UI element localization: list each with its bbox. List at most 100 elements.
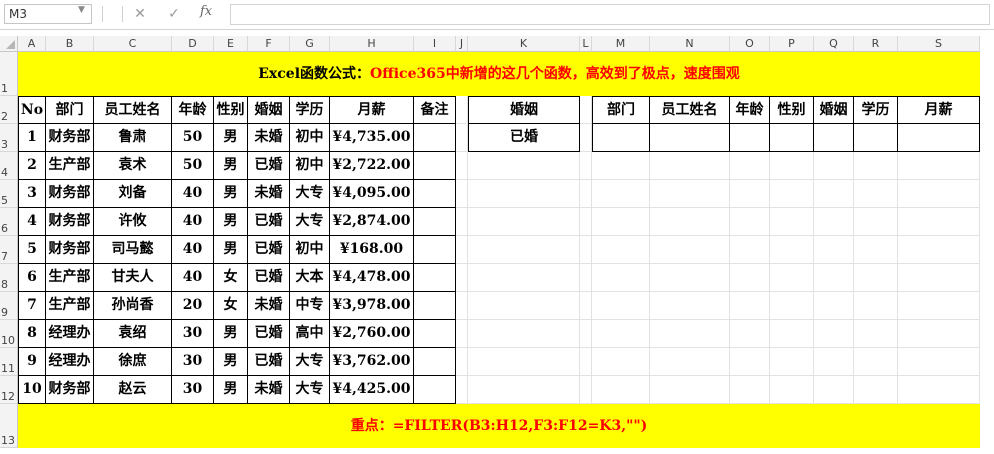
grid-cell[interactable] [592,264,650,292]
column-header-o[interactable]: O [730,36,770,52]
result-header-cell[interactable]: 婚姻 [814,96,854,124]
grid-cell[interactable] [814,208,854,236]
grid-cell[interactable] [854,292,898,320]
main-data-cell[interactable]: 5 [18,236,46,264]
main-data-cell[interactable]: 已婚 [248,236,290,264]
main-header-cell[interactable]: 备注 [414,96,456,124]
grid-cell[interactable] [730,348,770,376]
main-data-cell[interactable]: 6 [18,264,46,292]
column-header-s[interactable]: S [898,36,980,52]
main-data-cell[interactable]: 10 [18,376,46,404]
grid-cell[interactable] [468,152,580,180]
main-data-cell[interactable]: ¥3,762.00 [330,348,414,376]
row-header-7[interactable]: 7 [0,236,18,264]
main-data-cell[interactable]: 许攸 [94,208,172,236]
column-header-h[interactable]: H [330,36,414,52]
row-header-6[interactable]: 6 [0,208,18,236]
main-data-cell[interactable]: 袁术 [94,152,172,180]
main-header-cell[interactable]: 性别 [214,96,248,124]
main-data-cell[interactable]: 男 [214,124,248,152]
result-header-cell[interactable]: 性别 [770,96,814,124]
main-data-cell[interactable]: 高中 [290,320,330,348]
main-data-cell[interactable]: 男 [214,152,248,180]
grid-cell[interactable] [650,208,730,236]
main-data-cell[interactable]: 经理办 [46,348,94,376]
main-data-cell[interactable]: 40 [172,236,214,264]
main-data-cell[interactable]: 大专 [290,180,330,208]
main-data-cell[interactable]: 鲁肃 [94,124,172,152]
grid-cell[interactable] [456,236,468,264]
grid-cell[interactable] [898,208,980,236]
grid-cell[interactable] [592,320,650,348]
row-header-1[interactable]: 1 [0,52,18,96]
result-data-cell[interactable] [770,124,814,152]
main-data-cell[interactable]: 财务部 [46,124,94,152]
grid-cell[interactable] [456,292,468,320]
main-data-cell[interactable]: 已婚 [248,152,290,180]
grid-cell[interactable] [814,292,854,320]
grid-cell[interactable] [650,376,730,404]
grid-cell[interactable] [770,152,814,180]
main-data-cell[interactable]: 赵云 [94,376,172,404]
main-data-cell[interactable]: ¥2,760.00 [330,320,414,348]
main-data-cell[interactable]: 未婚 [248,124,290,152]
insert-function-icon[interactable]: fx [200,4,212,19]
grid-cell[interactable] [730,292,770,320]
main-data-cell[interactable]: 女 [214,292,248,320]
main-data-cell[interactable]: 40 [172,208,214,236]
grid-cell[interactable] [456,152,468,180]
grid-cell[interactable] [650,348,730,376]
main-data-cell[interactable]: 经理办 [46,320,94,348]
row-header-9[interactable]: 9 [0,292,18,320]
column-header-n[interactable]: N [650,36,730,52]
grid-cell[interactable] [592,292,650,320]
grid-cell[interactable] [854,152,898,180]
grid-cell[interactable] [468,292,580,320]
grid-cell[interactable] [580,264,592,292]
main-data-cell[interactable] [414,124,456,152]
grid-cell[interactable] [898,348,980,376]
row-header-3[interactable]: 3 [0,124,18,152]
grid-cell[interactable] [898,180,980,208]
main-data-cell[interactable] [414,180,456,208]
column-header-f[interactable]: F [248,36,290,52]
grid-cell[interactable] [456,96,468,124]
main-data-cell[interactable]: ¥4,095.00 [330,180,414,208]
main-data-cell[interactable]: 30 [172,320,214,348]
row-header-12[interactable]: 12 [0,376,18,404]
grid-cell[interactable] [592,152,650,180]
main-data-cell[interactable]: 财务部 [46,180,94,208]
main-data-cell[interactable]: ¥3,978.00 [330,292,414,320]
main-data-cell[interactable]: 刘备 [94,180,172,208]
main-header-cell[interactable]: 年龄 [172,96,214,124]
main-data-cell[interactable]: 30 [172,376,214,404]
criteria-value-cell[interactable]: 已婚 [468,124,580,152]
column-header-m[interactable]: M [592,36,650,52]
grid-cell[interactable] [650,320,730,348]
main-data-cell[interactable]: 已婚 [248,320,290,348]
grid-cell[interactable] [456,376,468,404]
grid-cell[interactable] [770,320,814,348]
grid-cell[interactable] [854,320,898,348]
grid-cell[interactable] [580,152,592,180]
main-data-cell[interactable]: 20 [172,292,214,320]
result-header-cell[interactable]: 月薪 [898,96,980,124]
main-header-cell[interactable]: 学历 [290,96,330,124]
grid-cell[interactable] [898,264,980,292]
main-data-cell[interactable]: 已婚 [248,208,290,236]
grid-cell[interactable] [898,376,980,404]
main-header-cell[interactable]: 月薪 [330,96,414,124]
row-header-5[interactable]: 5 [0,180,18,208]
main-data-cell[interactable]: 大专 [290,376,330,404]
grid-cell[interactable] [468,264,580,292]
main-data-cell[interactable]: 2 [18,152,46,180]
grid-cell[interactable] [592,208,650,236]
main-data-cell[interactable]: 男 [214,208,248,236]
grid-cell[interactable] [592,376,650,404]
grid-cell[interactable] [898,236,980,264]
main-data-cell[interactable]: 财务部 [46,208,94,236]
result-data-cell[interactable] [898,124,980,152]
main-data-cell[interactable]: 中专 [290,292,330,320]
column-header-r[interactable]: R [854,36,898,52]
grid-cell[interactable] [592,180,650,208]
